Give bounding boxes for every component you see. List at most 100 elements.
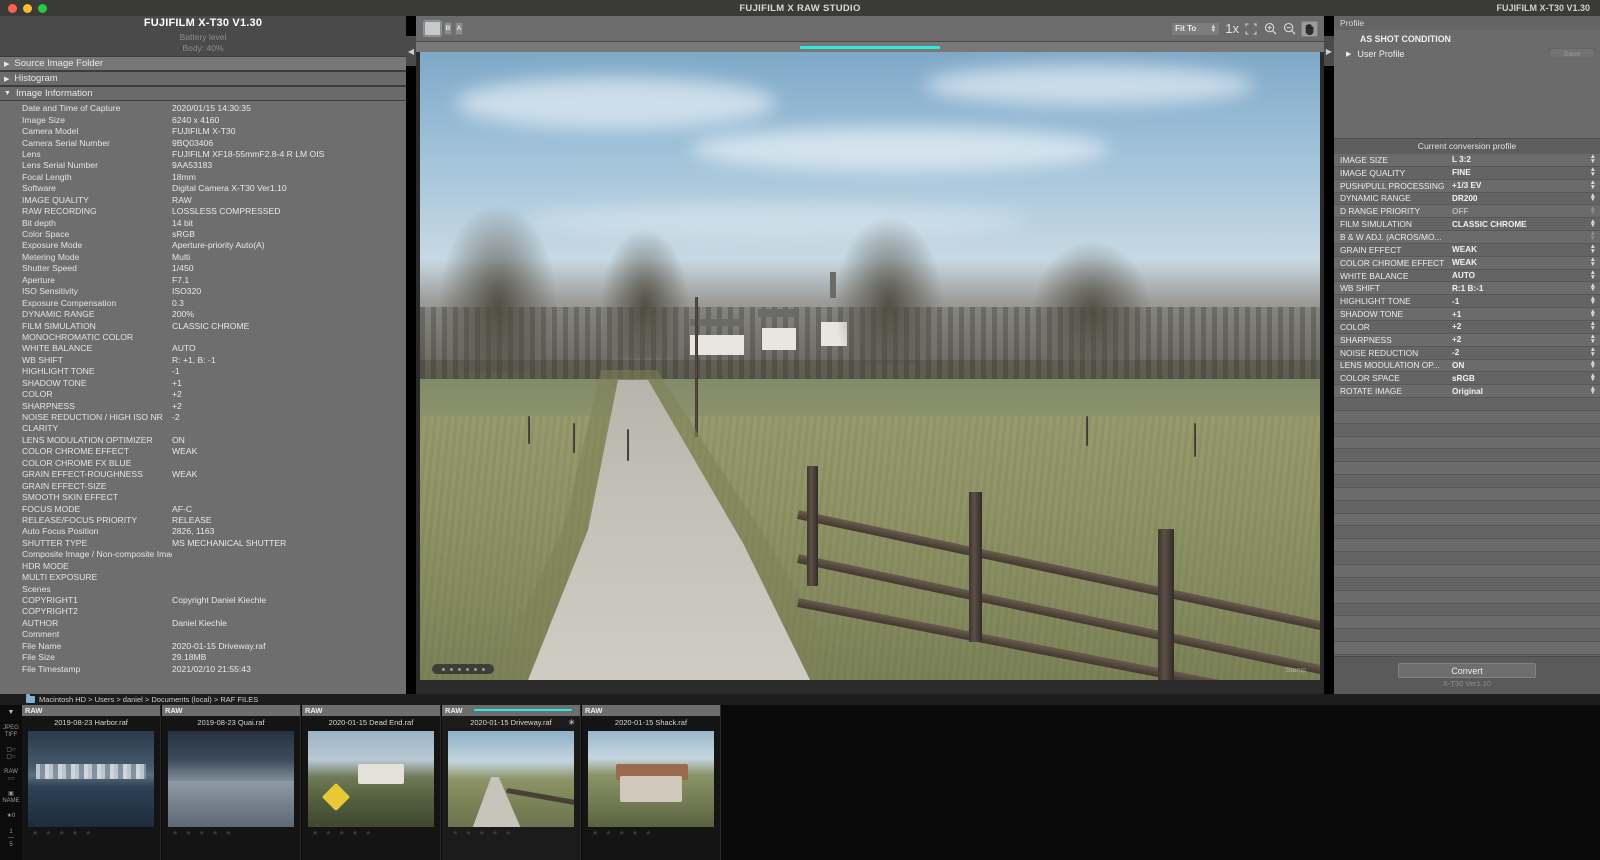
conversion-setting-row[interactable]: PUSH/PULL PROCESSING +1/3 EV ▲ ▼ bbox=[1334, 180, 1600, 193]
name-sort-icon[interactable]: ▣ NAME bbox=[2, 791, 19, 804]
collapse-right-panel-button[interactable]: ▶ bbox=[1324, 36, 1334, 66]
star-icon[interactable]: ★ bbox=[505, 829, 511, 837]
profile-as-shot-condition[interactable]: AS SHOT CONDITION bbox=[1334, 30, 1600, 47]
thumbnail-item[interactable]: RAW 2020-01-15 Driveway.raf ✳ ★ ★ ★ ★ ★ bbox=[442, 705, 581, 860]
zoom-100-button[interactable]: 1x bbox=[1225, 21, 1239, 36]
conversion-setting-row[interactable]: SHARPNESS +2 ▲ ▼ bbox=[1334, 334, 1600, 347]
setting-stepper[interactable]: ▲ ▼ bbox=[1590, 244, 1596, 254]
setting-stepper[interactable]: ▲ ▼ bbox=[1590, 167, 1596, 177]
caret-down-icon[interactable]: ▼ bbox=[8, 709, 15, 716]
thumbnail-preview[interactable] bbox=[448, 731, 574, 827]
fit-to-screen-icon[interactable] bbox=[1244, 22, 1258, 36]
jpeg-tiff-filter-icon[interactable]: JPEG TIFF bbox=[3, 725, 19, 738]
section-source-image-folder[interactable]: ▶ Source Image Folder bbox=[0, 56, 406, 71]
star-icon[interactable]: ★ bbox=[325, 829, 331, 837]
single-image-view-button[interactable] bbox=[423, 20, 442, 37]
convert-button[interactable]: Convert bbox=[1398, 663, 1536, 678]
setting-stepper[interactable]: ▲ ▼ bbox=[1590, 359, 1596, 370]
conversion-setting-row[interactable]: NOISE REDUCTION -2 ▲ ▼ bbox=[1334, 347, 1600, 360]
star-icon[interactable]: ★ bbox=[479, 829, 485, 837]
before-view-button[interactable]: B bbox=[444, 22, 452, 35]
star-icon[interactable]: ★ bbox=[365, 829, 371, 837]
section-image-information[interactable]: ▼ Image Information bbox=[0, 86, 406, 101]
setting-stepper[interactable]: ▲ ▼ bbox=[1590, 385, 1596, 396]
after-view-button[interactable]: A bbox=[455, 22, 463, 35]
conversion-setting-row[interactable]: B & W ADJ. (ACROS/MO... ▲ ▼ bbox=[1334, 231, 1600, 244]
page-dot[interactable] bbox=[449, 667, 453, 671]
setting-stepper[interactable]: ▲ ▼ bbox=[1590, 218, 1596, 229]
star-icon[interactable]: ★ bbox=[645, 829, 651, 837]
breadcrumb[interactable]: Macintosh HD > Users > daniel > Document… bbox=[0, 694, 1600, 705]
star-icon[interactable]: ★ bbox=[85, 829, 91, 837]
fit-to-dropdown[interactable]: Fit To ▲ ▼ bbox=[1171, 21, 1221, 36]
star-icon[interactable]: ★ bbox=[619, 829, 625, 837]
setting-stepper[interactable]: ▲ ▼ bbox=[1590, 205, 1596, 216]
conversion-setting-row[interactable]: IMAGE SIZE L 3:2 ▲ ▼ bbox=[1334, 154, 1600, 167]
star-rating-filter-icon[interactable]: ★0 bbox=[7, 813, 16, 820]
setting-stepper[interactable]: ▲ ▼ bbox=[1590, 193, 1596, 203]
star-icon[interactable]: ★ bbox=[72, 829, 78, 837]
setting-stepper[interactable]: ▲ ▼ bbox=[1590, 180, 1596, 190]
zoom-out-icon[interactable] bbox=[1282, 22, 1296, 36]
thumbnail-preview[interactable] bbox=[588, 731, 714, 827]
setting-stepper[interactable]: ▲ ▼ bbox=[1590, 282, 1596, 293]
photo-canvas[interactable]: Stamp bbox=[416, 52, 1324, 694]
setting-stepper[interactable]: ▲ ▼ bbox=[1590, 334, 1596, 344]
conversion-setting-row[interactable]: COLOR CHROME EFFECT WEAK ▲ ▼ bbox=[1334, 257, 1600, 270]
thumbnail-star-rating[interactable]: ★ ★ ★ ★ ★ bbox=[582, 827, 720, 839]
setting-stepper[interactable]: ▲ ▼ bbox=[1590, 347, 1596, 357]
setting-stepper[interactable]: ▲ ▼ bbox=[1590, 270, 1596, 280]
profile-user-profile-row[interactable]: ▶ User Profile Save bbox=[1334, 47, 1600, 60]
star-icon[interactable]: ★ bbox=[185, 829, 191, 837]
conversion-setting-row[interactable]: WHITE BALANCE AUTO ▲ ▼ bbox=[1334, 270, 1600, 283]
star-icon[interactable]: ★ bbox=[339, 829, 345, 837]
thumbnail-item[interactable]: RAW 2020-01-15 Shack.raf ★ ★ ★ ★ ★ bbox=[582, 705, 721, 860]
page-dot[interactable] bbox=[441, 667, 445, 671]
star-icon[interactable]: ★ bbox=[632, 829, 638, 837]
setting-stepper[interactable]: ▲ ▼ bbox=[1590, 372, 1596, 383]
conversion-setting-row[interactable]: D RANGE PRIORITY OFF ▲ ▼ bbox=[1334, 205, 1600, 219]
conversion-setting-row[interactable]: COLOR SPACE sRGB ▲ ▼ bbox=[1334, 372, 1600, 386]
setting-stepper[interactable]: ▲ ▼ bbox=[1590, 154, 1596, 164]
thumbnail-star-rating[interactable]: ★ ★ ★ ★ ★ bbox=[162, 827, 300, 839]
thumbnail-item[interactable]: RAW 2019-08-23 Harbor.raf ★ ★ ★ ★ ★ bbox=[22, 705, 161, 860]
setting-stepper[interactable]: ▲ ▼ bbox=[1590, 295, 1596, 306]
conversion-setting-row[interactable]: ROTATE IMAGE Original ▲ ▼ bbox=[1334, 385, 1600, 399]
setting-stepper[interactable]: ▲ ▼ bbox=[1590, 257, 1596, 267]
star-icon[interactable]: ★ bbox=[172, 829, 178, 837]
page-dot[interactable] bbox=[465, 667, 469, 671]
page-dot[interactable] bbox=[481, 667, 485, 671]
setting-stepper[interactable]: ▲ ▼ bbox=[1590, 308, 1596, 319]
save-profile-button[interactable]: Save bbox=[1549, 48, 1595, 59]
thumbnail-star-rating[interactable]: ★ ★ ★ ★ ★ bbox=[442, 827, 580, 839]
star-icon[interactable]: ★ bbox=[492, 829, 498, 837]
conversion-setting-row[interactable]: GRAIN EFFECT WEAK ▲ ▼ bbox=[1334, 244, 1600, 257]
star-icon[interactable]: ★ bbox=[212, 829, 218, 837]
conversion-setting-row[interactable]: IMAGE QUALITY FINE ▲ ▼ bbox=[1334, 167, 1600, 180]
page-dot[interactable] bbox=[473, 667, 477, 671]
star-icon[interactable]: ★ bbox=[605, 829, 611, 837]
conversion-setting-row[interactable]: SHADOW TONE +1 ▲ ▼ bbox=[1334, 308, 1600, 321]
setting-stepper[interactable]: ▲ ▼ bbox=[1590, 231, 1596, 241]
star-icon[interactable]: ★ bbox=[45, 829, 51, 837]
star-icon[interactable]: ★ bbox=[465, 829, 471, 837]
star-icon[interactable]: ★ bbox=[312, 829, 318, 837]
star-icon[interactable]: ★ bbox=[592, 829, 598, 837]
collapse-left-panel-button[interactable]: ◀ bbox=[406, 36, 416, 66]
image-page-indicator[interactable] bbox=[432, 664, 494, 674]
thumbnail-preview[interactable] bbox=[28, 731, 154, 827]
section-histogram[interactable]: ▶ Histogram bbox=[0, 71, 406, 86]
camera-filter-icon[interactable]: ▢○ ▢○ bbox=[6, 747, 15, 760]
page-dot[interactable] bbox=[457, 667, 461, 671]
thumbnail-preview[interactable] bbox=[308, 731, 434, 827]
thumbnail-preview[interactable] bbox=[168, 731, 294, 827]
thumbnail-item[interactable]: RAW 2020-01-15 Dead End.raf ★ ★ ★ ★ ★ bbox=[302, 705, 441, 860]
star-icon[interactable]: ★ bbox=[59, 829, 65, 837]
conversion-setting-row[interactable]: HIGHLIGHT TONE -1 ▲ ▼ bbox=[1334, 295, 1600, 309]
star-icon[interactable]: ★ bbox=[225, 829, 231, 837]
raw-filter-icon[interactable]: RAW ○○ bbox=[4, 769, 18, 782]
setting-stepper[interactable]: ▲ ▼ bbox=[1590, 321, 1596, 331]
star-icon[interactable]: ★ bbox=[352, 829, 358, 837]
star-icon[interactable]: ★ bbox=[452, 829, 458, 837]
star-icon[interactable]: ★ bbox=[32, 829, 38, 837]
